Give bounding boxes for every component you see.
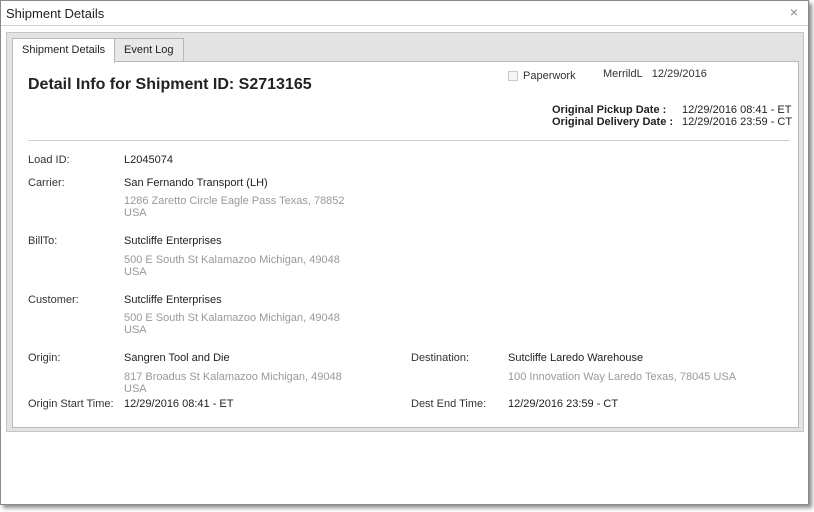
original-delivery-label: Original Delivery Date :	[552, 116, 674, 128]
original-pickup-value: 12/29/2016 08:41 - ET	[682, 104, 792, 116]
paperwork-label: Paperwork	[523, 70, 576, 82]
billto-name: Sutcliffe Enterprises	[124, 235, 222, 247]
dest-end-time-label: Dest End Time:	[411, 398, 487, 410]
load-id-value: L2045074	[124, 154, 173, 166]
shipment-details-content: Detail Info for Shipment ID: S2713165 Pa…	[12, 61, 799, 428]
original-delivery-row: Original Delivery Date : 12/29/2016 23:5…	[552, 116, 792, 128]
paperwork-toggle[interactable]: Paperwork	[508, 70, 576, 82]
original-delivery-value: 12/29/2016 23:59 - CT	[682, 116, 793, 128]
user-name: MerrildL	[603, 68, 643, 80]
tab-panel: Shipment Details Event Log Detail Info f…	[6, 32, 804, 432]
billto-address: 500 E South St Kalamazoo Michigan, 49048	[124, 254, 340, 266]
billto-country: USA	[124, 266, 147, 278]
shipment-details-dialog: Shipment Details × Shipment Details Even…	[0, 0, 809, 505]
carrier-country: USA	[124, 207, 147, 219]
customer-label: Customer:	[28, 294, 79, 306]
origin-country: USA	[124, 383, 147, 395]
destination-label: Destination:	[411, 352, 470, 364]
origin-address: 817 Broadus St Kalamazoo Michigan, 49048	[124, 371, 342, 383]
dialog-title: Shipment Details	[6, 6, 105, 21]
customer-address: 500 E South St Kalamazoo Michigan, 49048	[124, 312, 340, 324]
destination-address: 100 Innovation Way Laredo Texas, 78045 U…	[508, 371, 737, 383]
origin-start-time-label: Origin Start Time:	[28, 398, 114, 410]
carrier-address: 1286 Zaretto Circle Eagle Pass Texas, 78…	[124, 195, 345, 207]
dialog-titlebar: Shipment Details ×	[1, 1, 808, 26]
page-title: Detail Info for Shipment ID: S2713165	[28, 76, 312, 93]
tab-shipment-details[interactable]: Shipment Details	[12, 38, 116, 63]
origin-start-time-value: 12/29/2016 08:41 - ET	[124, 398, 234, 410]
original-pickup-row: Original Pickup Date : 12/29/2016 08:41 …	[552, 104, 792, 116]
origin-name: Sangren Tool and Die	[124, 352, 230, 364]
user-date: 12/29/2016	[651, 68, 707, 80]
user-stamp: MerrildL 12/29/2016	[603, 68, 707, 80]
paperwork-checkbox[interactable]	[508, 71, 518, 81]
origin-label: Origin:	[28, 352, 61, 364]
billto-label: BillTo:	[28, 235, 58, 247]
tab-event-log[interactable]: Event Log	[114, 38, 184, 62]
divider	[28, 140, 790, 141]
load-id-label: Load ID:	[28, 154, 70, 166]
destination-name: Sutcliffe Laredo Warehouse	[508, 352, 644, 364]
original-dates: Original Pickup Date : 12/29/2016 08:41 …	[552, 104, 792, 128]
original-pickup-label: Original Pickup Date :	[552, 104, 667, 116]
carrier-label: Carrier:	[28, 177, 65, 189]
dest-end-time-value: 12/29/2016 23:59 - CT	[508, 398, 619, 410]
carrier-name: San Fernando Transport (LH)	[124, 177, 268, 189]
customer-country: USA	[124, 324, 147, 336]
close-icon[interactable]: ×	[787, 5, 801, 19]
customer-name: Sutcliffe Enterprises	[124, 294, 222, 306]
